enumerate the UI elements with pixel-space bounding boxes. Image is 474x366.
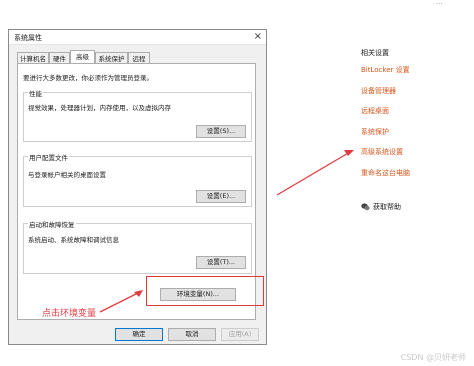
get-help-label: 获取帮助	[373, 203, 401, 211]
watermark: CSDN @贝妍老师	[400, 353, 466, 362]
annotation-text: 点击环境变量	[42, 309, 97, 319]
arrow-to-env-button	[99, 291, 141, 313]
link-rename-pc[interactable]: 重命名这台电脑	[361, 168, 410, 178]
link-remote-desktop[interactable]: 远程桌面	[361, 106, 389, 116]
related-settings-heading: 相关设置	[361, 49, 389, 57]
arrow-to-advanced-settings	[276, 151, 351, 196]
link-system-protection[interactable]: 系统保护	[361, 127, 389, 137]
link-device-manager[interactable]: 设备管理器	[361, 86, 396, 96]
arrow-head-env	[134, 290, 143, 297]
link-bitlocker-settings[interactable]: BitLocker 设置	[361, 65, 410, 75]
help-chat-icon	[361, 203, 370, 211]
link-advanced-system-settings[interactable]: 高级系统设置	[361, 147, 403, 157]
get-help-link[interactable]: 获取帮助	[361, 202, 401, 212]
